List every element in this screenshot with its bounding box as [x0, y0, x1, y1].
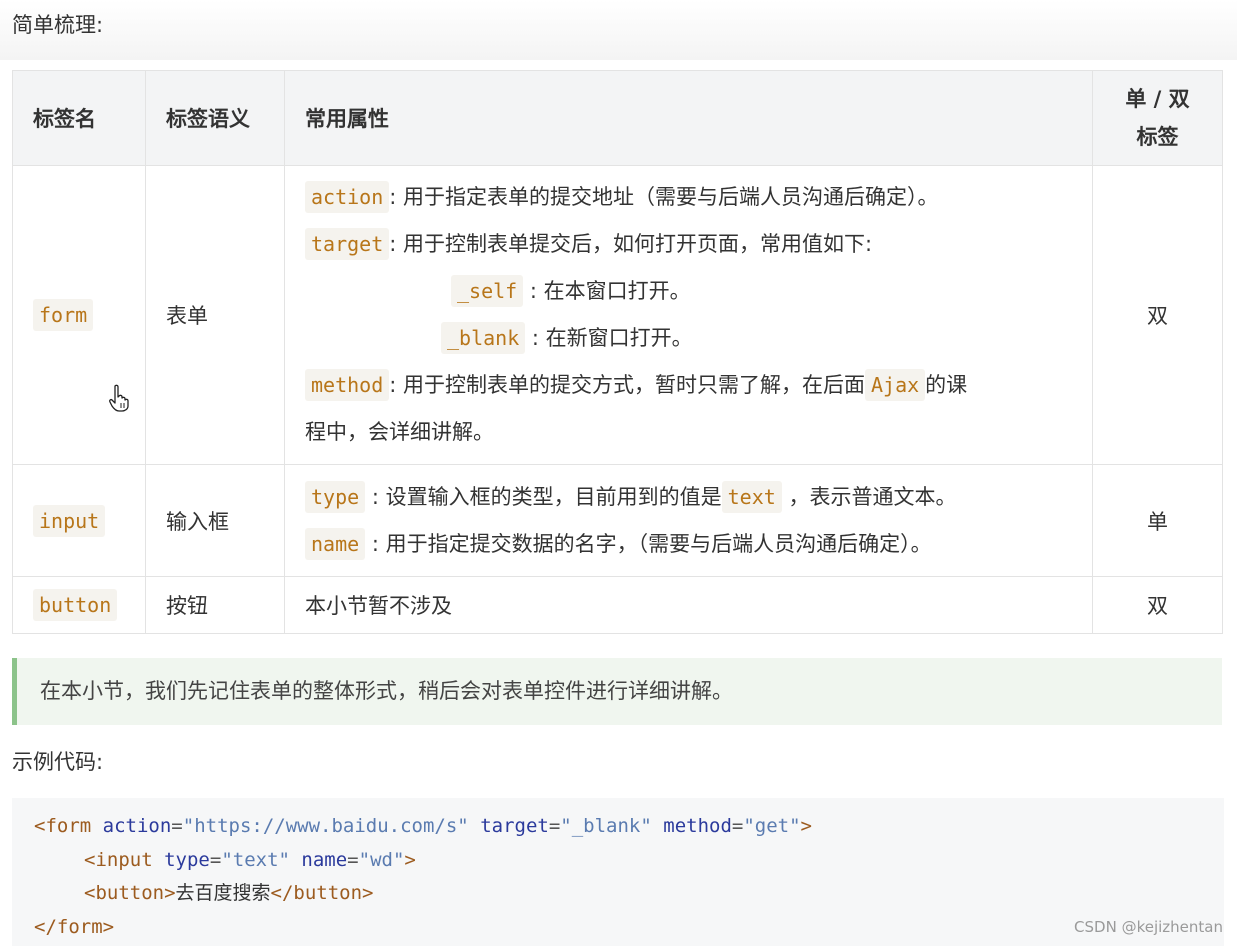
kind-cell: 双: [1092, 165, 1223, 465]
tag-code: input: [33, 504, 106, 537]
kind-cell: 双: [1092, 576, 1223, 634]
top-band: [0, 0, 1237, 60]
code-token-string: "https://www.baidu.com/s": [182, 815, 469, 837]
attr-desc: : 用于控制表单的提交方式，暂时只需了解，在后面: [389, 373, 865, 397]
attr-line-method-cont: 程中，会详细讲解。: [305, 420, 494, 444]
attr-desc: : 在本窗口打开。: [523, 279, 691, 303]
code-token-tag: </button>: [270, 882, 374, 904]
code-token-attr: action: [102, 815, 172, 837]
code-token-attr: type: [164, 848, 210, 871]
code-token-tag: </form>: [34, 915, 115, 938]
header-single-double-line2: 标签: [1136, 125, 1179, 149]
code-line: <input type="text" name="wd">: [84, 848, 416, 871]
tag-cell: form: [12, 165, 146, 465]
code-token-tag: >: [800, 815, 812, 837]
tag-cell: input: [12, 464, 146, 577]
header-tag-meaning: 标签语义: [145, 70, 285, 166]
code-token-tag: >: [404, 848, 416, 871]
attr-code: _self: [451, 275, 524, 307]
attr-desc: : 设置输入框的类型，目前用到的值是: [365, 484, 722, 509]
attr-code: _blank: [441, 322, 526, 354]
attr-line-blank: _blank : 在新窗口打开。: [305, 315, 1092, 362]
code-token-attr: method: [663, 815, 732, 837]
code-token-string: "get": [743, 815, 801, 837]
watermark: CSDN @kejizhentan: [1074, 918, 1223, 936]
code-token-string: "wd": [358, 848, 405, 871]
attr-line-self: _self : 在本窗口打开。: [305, 268, 1092, 315]
meaning-cell: 按钮: [145, 576, 285, 634]
attr-code: method: [305, 369, 390, 401]
attr-desc: : 用于控制表单提交后，如何打开页面，常用值如下:: [389, 232, 873, 256]
tag-code: button: [33, 589, 118, 621]
code-token-attr: name: [301, 848, 348, 871]
table-row: form 表单 action: 用于指定表单的提交地址（需要与后端人员沟通后确定…: [12, 165, 1223, 465]
meaning-cell: 输入框: [145, 464, 285, 577]
attr-code: Ajax: [865, 369, 926, 401]
meaning-cell: 表单: [145, 165, 285, 465]
header-tag-name: 标签名: [12, 70, 146, 166]
kind-cell: 单: [1092, 464, 1223, 577]
attr-desc: 的课: [925, 373, 968, 397]
attr-line-method: method: 用于控制表单的提交方式，暂时只需了解，在后面 Ajax 的课: [305, 362, 1092, 409]
tags-table: 标签名 标签语义 常用属性 单 / 双 标签 form 表单 action: 用…: [12, 70, 1223, 634]
example-heading: 示例代码:: [12, 750, 104, 774]
code-token-attr: target: [480, 815, 549, 837]
code-block: <form action="https://www.baidu.com/s" t…: [12, 798, 1224, 946]
attr-line-target: target: 用于控制表单提交后，如何打开页面，常用值如下:: [305, 221, 1092, 268]
header-single-double-line1: 单 / 双: [1125, 87, 1190, 111]
attr-line-action: action: 用于指定表单的提交地址（需要与后端人员沟通后确定）。: [305, 174, 1092, 221]
code-token-string: "text": [221, 848, 290, 871]
attr-desc: : 用于指定提交数据的名字，（需要与后端人员沟通后确定）。: [365, 531, 932, 556]
code-token-text: 去百度搜索: [175, 882, 271, 904]
note-box: 在本小节，我们先记住表单的整体形式，稍后会对表单控件进行详细讲解。: [12, 658, 1222, 725]
header-common-attrs: 常用属性: [284, 70, 1093, 166]
attr-desc: : 用于指定表单的提交地址（需要与后端人员沟通后确定）。: [389, 185, 939, 209]
attr-line-name: name : 用于指定提交数据的名字，（需要与后端人员沟通后确定）。: [305, 521, 1092, 568]
attr-code: action: [305, 181, 390, 213]
code-token-string: "_blank": [560, 815, 652, 837]
attr-line-type: type : 设置输入框的类型，目前用到的值是 text ，表示普通文本。: [305, 474, 1092, 521]
code-line: </form>: [34, 911, 1224, 945]
attr-code: name: [305, 527, 366, 560]
hand-cursor-icon: [109, 384, 129, 412]
attr-desc: ，表示普通文本。: [781, 484, 957, 509]
attr-code: text: [721, 480, 782, 513]
tag-code: form: [33, 299, 94, 331]
code-token-tag: <form: [34, 815, 92, 837]
attr-code: target: [305, 228, 390, 260]
attr-desc: : 在新窗口打开。: [525, 326, 693, 350]
attrs-cell: 本小节暂不涉及: [284, 576, 1093, 634]
table-row: button 按钮 本小节暂不涉及 双: [12, 576, 1223, 634]
tag-cell: button: [12, 576, 146, 634]
header-single-double: 单 / 双 标签: [1092, 70, 1223, 166]
attrs-cell: type : 设置输入框的类型，目前用到的值是 text ，表示普通文本。 nam…: [284, 464, 1093, 577]
code-token-tag: <input: [84, 848, 153, 871]
code-line: <form action="https://www.baidu.com/s" t…: [34, 815, 812, 837]
code-token-tag: <button>: [84, 882, 176, 904]
table-header-row: 标签名 标签语义 常用属性 单 / 双 标签: [12, 70, 1223, 166]
code-line: <button>去百度搜索</button>: [34, 877, 1224, 911]
summary-heading: 简单梳理:: [12, 13, 104, 37]
attr-code: type: [305, 480, 366, 513]
table-row: input 输入框 type : 设置输入框的类型，目前用到的值是 text ，表…: [12, 464, 1223, 577]
attrs-cell: action: 用于指定表单的提交地址（需要与后端人员沟通后确定）。 targe…: [284, 165, 1093, 465]
